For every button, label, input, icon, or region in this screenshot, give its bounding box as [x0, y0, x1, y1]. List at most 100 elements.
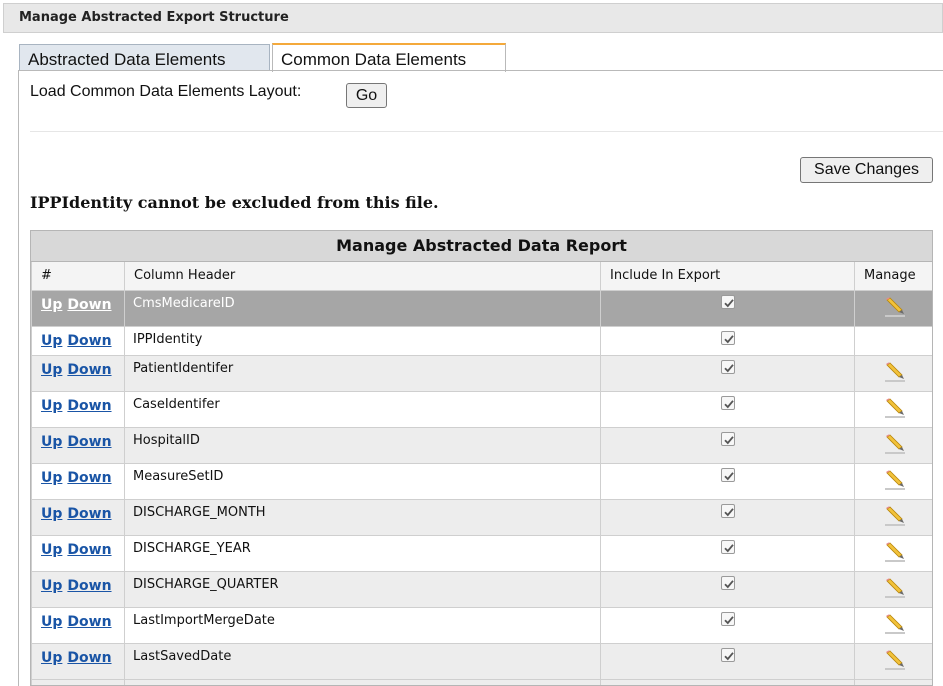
include-checkbox[interactable] — [720, 330, 735, 345]
table-row[interactable]: Up Down DISCHARGE_QUARTER — [31, 570, 932, 608]
column-header-name: Column Header — [124, 262, 601, 291]
move-up-link[interactable]: Up — [41, 506, 62, 522]
pencil-icon[interactable] — [883, 505, 907, 528]
move-down-link[interactable]: Down — [67, 333, 111, 349]
move-down-link[interactable]: Down — [67, 542, 111, 558]
move-down-link[interactable]: Down — [67, 470, 111, 486]
move-up-link[interactable]: Up — [41, 614, 62, 630]
column-name-cell: DISCHARGE_QUARTER — [124, 570, 601, 608]
move-up-link[interactable]: Up — [41, 297, 62, 313]
include-checkbox[interactable] — [720, 503, 735, 518]
row-move-cell: Up Down — [31, 606, 125, 644]
column-name-cell: PatientIdentifer — [124, 354, 601, 392]
row-move-cell: Up Down — [31, 498, 125, 536]
row-move-cell: Up Down — [31, 534, 125, 572]
include-checkbox[interactable] — [720, 431, 735, 446]
row-move-cell: Up Down — [31, 462, 125, 500]
empty-cell — [31, 678, 125, 685]
include-checkbox[interactable] — [720, 575, 735, 590]
include-cell — [600, 642, 855, 680]
data-grid: Manage Abstracted Data Report # Column H… — [30, 230, 933, 686]
row-move-cell: Up Down — [31, 289, 125, 327]
grid-table: # Column Header Include In Export Manage… — [31, 262, 932, 685]
move-up-link[interactable]: Up — [41, 398, 62, 414]
column-name-cell: CmsMedicareID — [124, 289, 601, 327]
move-down-link[interactable]: Down — [67, 434, 111, 450]
manage-cell — [854, 354, 932, 392]
table-row[interactable]: Up Down LastImportMergeDate — [31, 606, 932, 644]
manage-cell — [854, 289, 932, 327]
manage-cell — [854, 534, 932, 572]
tab-abstracted-data-elements[interactable]: Abstracted Data Elements — [19, 44, 270, 71]
pencil-icon[interactable] — [883, 433, 907, 456]
tab-common-data-elements[interactable]: Common Data Elements — [272, 43, 506, 72]
table-row[interactable] — [31, 678, 932, 685]
save-changes-button[interactable]: Save Changes — [800, 157, 933, 183]
row-move-cell: Up Down — [31, 642, 125, 680]
manage-cell — [854, 498, 932, 536]
move-up-link[interactable]: Up — [41, 542, 62, 558]
pencil-icon[interactable] — [883, 613, 907, 636]
table-row[interactable]: Up Down DISCHARGE_MONTH — [31, 498, 932, 536]
column-name-cell: MeasureSetID — [124, 462, 601, 500]
table-row[interactable]: Up Down CmsMedicareID — [31, 289, 932, 327]
include-cell — [600, 462, 855, 500]
move-down-link[interactable]: Down — [67, 650, 111, 666]
column-header-position: # — [31, 262, 125, 291]
include-checkbox[interactable] — [720, 611, 735, 626]
include-checkbox[interactable] — [720, 359, 735, 374]
include-checkbox[interactable] — [720, 395, 735, 410]
pencil-icon[interactable] — [883, 649, 907, 672]
include-cell — [600, 606, 855, 644]
manage-cell — [854, 426, 932, 464]
table-row[interactable]: Up Down IPPIdentity — [31, 325, 932, 356]
move-up-link[interactable]: Up — [41, 434, 62, 450]
include-cell — [600, 570, 855, 608]
grid-body: Up Down CmsMedicareID Up Down IPPIdentity Up Do… — [31, 289, 932, 685]
move-up-link[interactable]: Up — [41, 362, 62, 378]
pencil-icon[interactable] — [883, 296, 907, 319]
pencil-icon[interactable] — [883, 541, 907, 564]
include-checkbox[interactable] — [720, 647, 735, 662]
load-layout-label: Load Common Data Elements Layout: — [30, 83, 302, 100]
move-down-link[interactable]: Down — [67, 362, 111, 378]
include-checkbox[interactable] — [720, 467, 735, 482]
include-cell — [600, 390, 855, 428]
table-row[interactable]: Up Down LastSavedDate — [31, 642, 932, 680]
pencil-icon[interactable] — [883, 469, 907, 492]
manage-cell — [854, 325, 932, 356]
table-row[interactable]: Up Down MeasureSetID — [31, 462, 932, 500]
window-title: Manage Abstracted Export Structure — [3, 3, 943, 33]
manage-cell — [854, 462, 932, 500]
column-header-include: Include In Export — [600, 262, 855, 291]
include-cell — [600, 498, 855, 536]
include-cell — [600, 354, 855, 392]
table-row[interactable]: Up Down DISCHARGE_YEAR — [31, 534, 932, 572]
move-up-link[interactable]: Up — [41, 470, 62, 486]
move-down-link[interactable]: Down — [67, 506, 111, 522]
pencil-icon[interactable] — [883, 577, 907, 600]
empty-cell — [854, 678, 932, 685]
include-cell — [600, 325, 855, 356]
move-down-link[interactable]: Down — [67, 614, 111, 630]
table-row[interactable]: Up Down CaseIdentifer — [31, 390, 932, 428]
pencil-icon[interactable] — [883, 397, 907, 420]
table-row[interactable]: Up Down PatientIdentifer — [31, 354, 932, 392]
table-row[interactable]: Up Down HospitalID — [31, 426, 932, 464]
move-down-link[interactable]: Down — [67, 297, 111, 313]
include-cell — [600, 289, 855, 327]
row-move-cell: Up Down — [31, 570, 125, 608]
pencil-icon[interactable] — [883, 361, 907, 384]
move-up-link[interactable]: Up — [41, 578, 62, 594]
include-cell — [600, 534, 855, 572]
move-down-link[interactable]: Down — [67, 578, 111, 594]
row-move-cell: Up Down — [31, 426, 125, 464]
manage-cell — [854, 642, 932, 680]
include-checkbox[interactable] — [720, 294, 735, 309]
move-up-link[interactable]: Up — [41, 650, 62, 666]
move-up-link[interactable]: Up — [41, 333, 62, 349]
move-down-link[interactable]: Down — [67, 398, 111, 414]
go-button[interactable]: Go — [346, 83, 387, 108]
include-checkbox[interactable] — [720, 539, 735, 554]
column-name-cell: LastImportMergeDate — [124, 606, 601, 644]
